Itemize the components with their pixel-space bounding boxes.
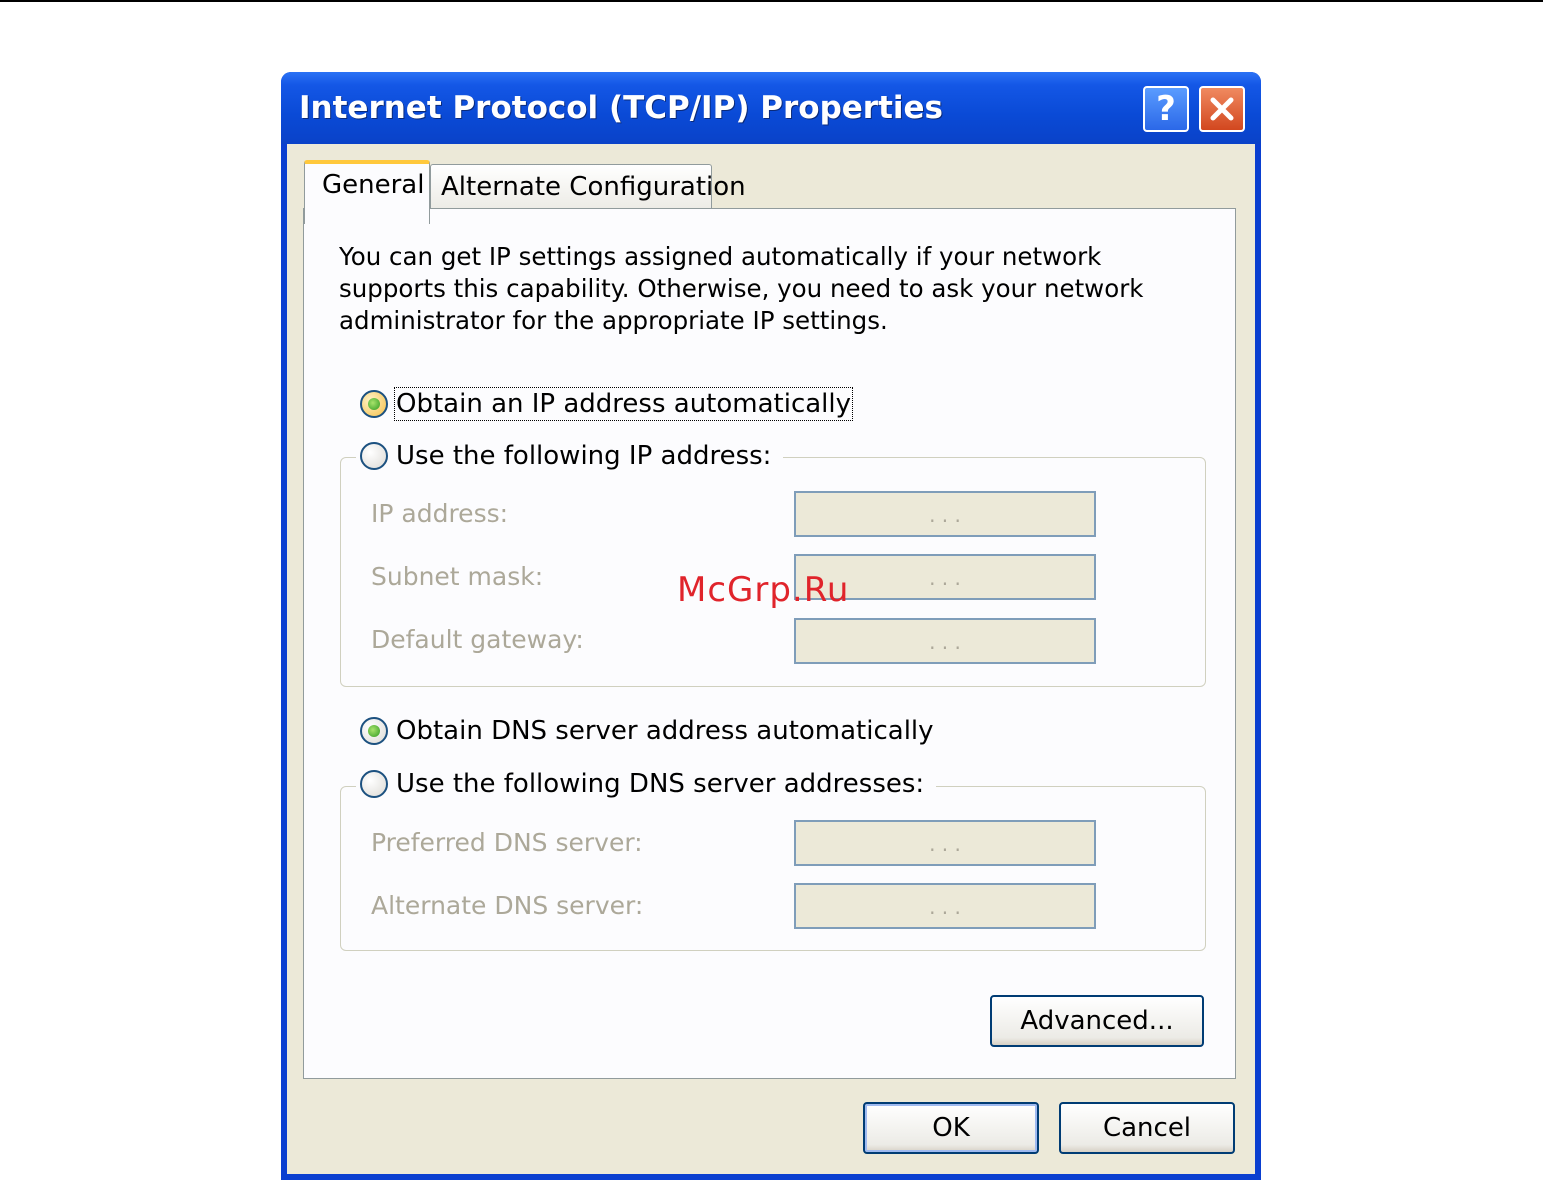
subnet-mask-label: Subnet mask: <box>371 562 544 591</box>
default-gateway-label: Default gateway: <box>371 625 584 654</box>
tab-general[interactable]: General <box>304 160 430 224</box>
use-following-dns-radio[interactable]: Use the following DNS server addresses: <box>356 769 937 799</box>
radio-button-unchecked[interactable] <box>360 442 388 470</box>
use-following-ip-radio[interactable]: Use the following IP address: <box>356 441 784 471</box>
watermark-text: McGrp.Ru <box>677 570 850 610</box>
use-following-ip-label: Use the following IP address: <box>396 441 772 471</box>
preferred-dns-input[interactable]: . . . <box>794 820 1096 866</box>
default-gateway-input[interactable]: . . . <box>794 618 1096 664</box>
preferred-dns-label: Preferred DNS server: <box>371 828 643 857</box>
tab-general-label: General <box>322 170 425 200</box>
ip-address-input[interactable]: . . . <box>794 491 1096 537</box>
window-title: Internet Protocol (TCP/IP) Properties <box>299 90 944 126</box>
title-bar[interactable]: Internet Protocol (TCP/IP) Properties ? <box>281 72 1261 144</box>
ip-address-value: . . . <box>929 503 961 527</box>
tab-alternate-configuration-label: Alternate Configuration <box>441 172 746 202</box>
default-gateway-value: . . . <box>929 630 961 654</box>
alternate-dns-label: Alternate DNS server: <box>371 891 644 920</box>
tab-alternate-configuration[interactable]: Alternate Configuration <box>430 164 746 210</box>
obtain-ip-auto-radio[interactable]: Obtain an IP address automatically <box>360 387 854 421</box>
obtain-dns-auto-label: Obtain DNS server address automatically <box>396 716 934 746</box>
close-button[interactable] <box>1199 86 1245 132</box>
tcpip-properties-dialog: Internet Protocol (TCP/IP) Properties ? … <box>281 72 1261 1180</box>
close-icon <box>1210 97 1234 121</box>
alternate-dns-value: . . . <box>929 895 961 919</box>
general-tab-panel: You can get IP settings assigned automat… <box>303 208 1236 1079</box>
preferred-dns-value: . . . <box>929 832 961 856</box>
ok-button[interactable]: OK <box>863 1102 1039 1154</box>
dialog-client-area: General Alternate Configuration You can … <box>287 144 1255 1174</box>
use-following-dns-label: Use the following DNS server addresses: <box>396 769 925 799</box>
ip-address-label: IP address: <box>371 499 509 528</box>
radio-button-checked[interactable] <box>360 717 388 745</box>
alternate-dns-input[interactable]: . . . <box>794 883 1096 929</box>
help-icon: ? <box>1156 89 1176 129</box>
radio-button-unchecked[interactable] <box>360 770 388 798</box>
subnet-mask-value: . . . <box>929 566 961 590</box>
intro-text: You can get IP settings assigned automat… <box>339 242 1144 335</box>
cancel-button[interactable]: Cancel <box>1059 1102 1235 1154</box>
obtain-ip-auto-label: Obtain an IP address automatically <box>393 387 854 421</box>
obtain-dns-auto-radio[interactable]: Obtain DNS server address automatically <box>360 716 934 746</box>
page-top-rule <box>0 0 1543 2</box>
radio-button-checked[interactable] <box>360 390 388 418</box>
advanced-button[interactable]: Advanced... <box>990 995 1204 1047</box>
help-button[interactable]: ? <box>1143 86 1189 132</box>
